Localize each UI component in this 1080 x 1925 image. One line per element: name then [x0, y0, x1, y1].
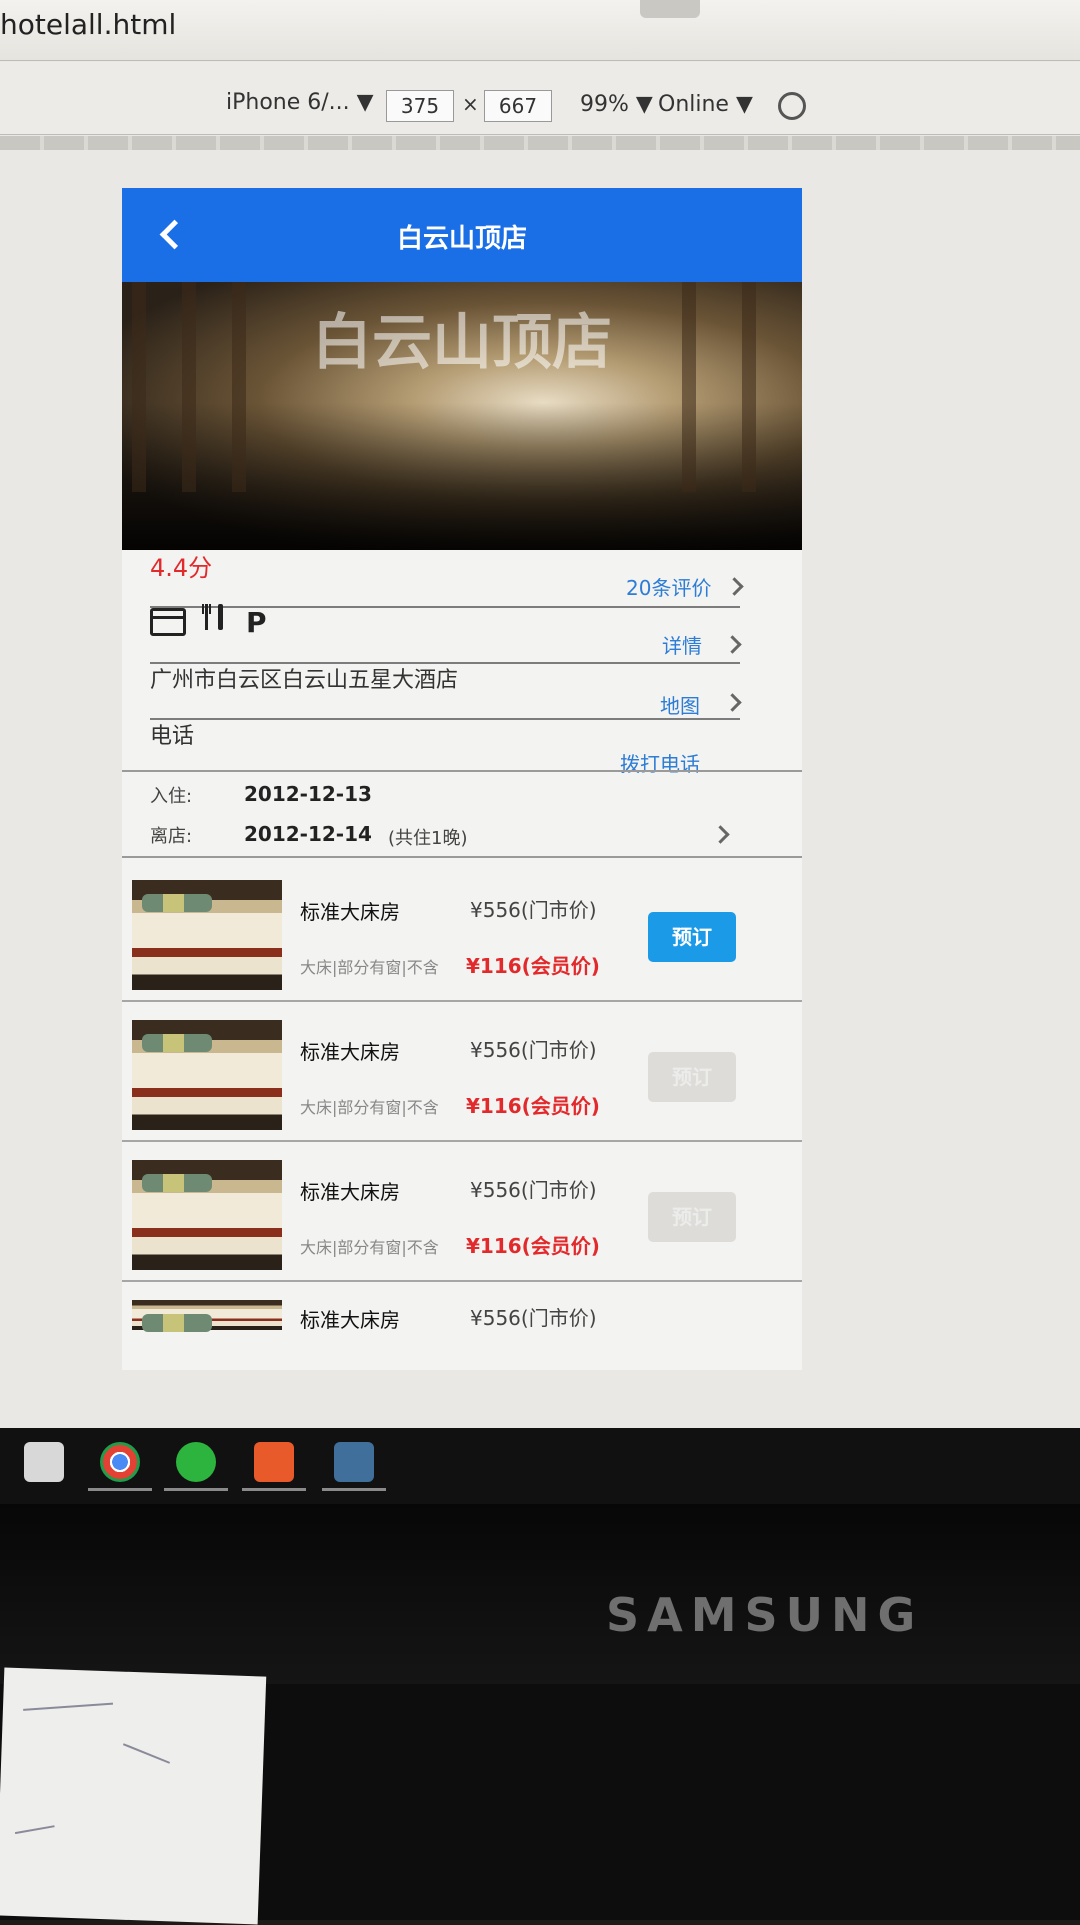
chevron-right-icon[interactable] — [723, 693, 742, 712]
divider — [150, 606, 740, 608]
paper-note — [0, 1667, 267, 1925]
room-item[interactable]: 标准大床房 ¥556(门市价) 大床|部分有窗|不含 ¥116(会员价) 预订 — [122, 1012, 802, 1142]
room-description: 大床|部分有窗|不含 — [300, 958, 439, 977]
room-photo — [132, 880, 282, 990]
rotate-icon[interactable] — [778, 92, 806, 120]
wechat-icon[interactable] — [176, 1442, 216, 1482]
device-select[interactable]: iPhone 6/... ▼ — [226, 90, 374, 115]
handwriting-stroke — [23, 1702, 114, 1711]
phone-viewport: 白云山顶店 白云山顶店 4.4分 20条评价 P 详情 广州市白云区白云山五星大… — [122, 188, 802, 1370]
hero-pillar — [232, 282, 246, 492]
room-name: 标准大床房 — [300, 1308, 400, 1332]
member-price: ¥116(会员价) — [466, 1234, 600, 1258]
room-name: 标准大床房 — [300, 1040, 400, 1064]
room-item[interactable]: 标准大床房 ¥556(门市价) 大床|部分有窗|不含 ¥116(会员价) 预订 — [122, 1152, 802, 1282]
checkin-label: 入住: — [150, 786, 193, 807]
hbuilder-icon[interactable] — [254, 1442, 294, 1482]
taskbar-active-indicator — [164, 1488, 228, 1491]
room-description: 大床|部分有窗|不含 — [300, 1098, 439, 1117]
hero-pillar — [132, 282, 146, 492]
viewport-ruler — [0, 136, 1080, 150]
rack-price: ¥556(门市价) — [470, 1178, 597, 1202]
rack-price: ¥556(门市价) — [470, 1038, 597, 1062]
monitor-screen: hotelall.html iPhone 6/... ▼ 375 × 667 9… — [0, 0, 1080, 1500]
sublime-icon[interactable] — [334, 1442, 374, 1482]
nights-count: (共住1晚) — [388, 828, 468, 849]
room-description: 大床|部分有窗|不含 — [300, 1238, 439, 1257]
book-button[interactable]: 预订 — [648, 1052, 736, 1102]
hero-pillar — [682, 282, 696, 492]
handwriting-stroke — [122, 1743, 171, 1764]
checkout-label: 离店: — [150, 826, 193, 847]
reviews-link[interactable]: 20条评价 — [626, 572, 711, 601]
network-throttle-select[interactable]: Online ▼ — [658, 92, 753, 117]
page-title: 白云山顶店 — [396, 224, 527, 254]
dimension-separator: × — [462, 92, 479, 116]
details-link[interactable]: 详情 — [662, 630, 702, 659]
hero-pillar — [742, 282, 756, 492]
room-photo — [132, 1300, 282, 1332]
device-toolbar: iPhone 6/... ▼ 375 × 667 99% ▼ Online ▼ — [0, 62, 1080, 135]
browser-tab-bar: hotelall.html — [0, 0, 1080, 61]
rack-price: ¥556(门市价) — [470, 898, 597, 922]
viewport-height-input[interactable]: 667 — [484, 90, 552, 122]
zoom-select[interactable]: 99% ▼ — [580, 92, 653, 117]
room-name: 标准大床房 — [300, 900, 400, 924]
card-icon — [150, 608, 186, 636]
checkin-date: 2012-12-13 — [244, 782, 372, 806]
member-price: ¥116(会员价) — [466, 1094, 600, 1118]
book-button[interactable]: 预订 — [648, 912, 736, 962]
os-taskbar — [0, 1428, 1080, 1504]
book-button[interactable]: 预订 — [648, 1192, 736, 1242]
chrome-icon[interactable] — [100, 1442, 140, 1482]
app-header: 白云山顶店 — [122, 188, 802, 282]
taskbar-active-indicator — [242, 1488, 306, 1491]
browser-tab-title[interactable]: hotelall.html — [0, 8, 176, 41]
rack-price: ¥556(门市价) — [470, 1306, 597, 1330]
monitor-brand-logo: SAMSUNG — [606, 1588, 924, 1642]
viewport-width-input[interactable]: 375 — [386, 90, 454, 122]
member-price: ¥116(会员价) — [466, 954, 600, 978]
room-name: 标准大床房 — [300, 1180, 400, 1204]
hero-hotel-name: 白云山顶店 — [312, 308, 612, 378]
chevron-right-icon[interactable] — [711, 825, 730, 844]
hotel-hero-image: 白云山顶店 — [122, 282, 802, 550]
new-tab-button[interactable] — [640, 0, 700, 18]
phone-label: 电话 — [150, 724, 195, 749]
room-photo — [132, 1020, 282, 1130]
fork-knife-icon — [202, 602, 228, 639]
hero-pillar — [182, 282, 196, 492]
calculator-icon[interactable] — [24, 1442, 64, 1482]
room-item[interactable]: 标准大床房 ¥556(门市价) — [122, 1292, 802, 1370]
room-item[interactable]: 标准大床房 ¥556(门市价) 大床|部分有窗|不含 ¥116(会员价) 预订 — [122, 872, 802, 1002]
handwriting-stroke — [14, 1825, 55, 1835]
room-photo — [132, 1160, 282, 1270]
parking-icon: P — [246, 606, 267, 639]
checkout-date: 2012-12-14 — [244, 822, 372, 846]
chevron-right-icon[interactable] — [723, 635, 742, 654]
taskbar-active-indicator — [322, 1488, 386, 1491]
stay-dates[interactable]: 入住: 2012-12-13 离店: 2012-12-14 (共住1晚) — [122, 770, 802, 858]
map-link[interactable]: 地图 — [660, 690, 700, 719]
taskbar-active-indicator — [88, 1488, 152, 1491]
